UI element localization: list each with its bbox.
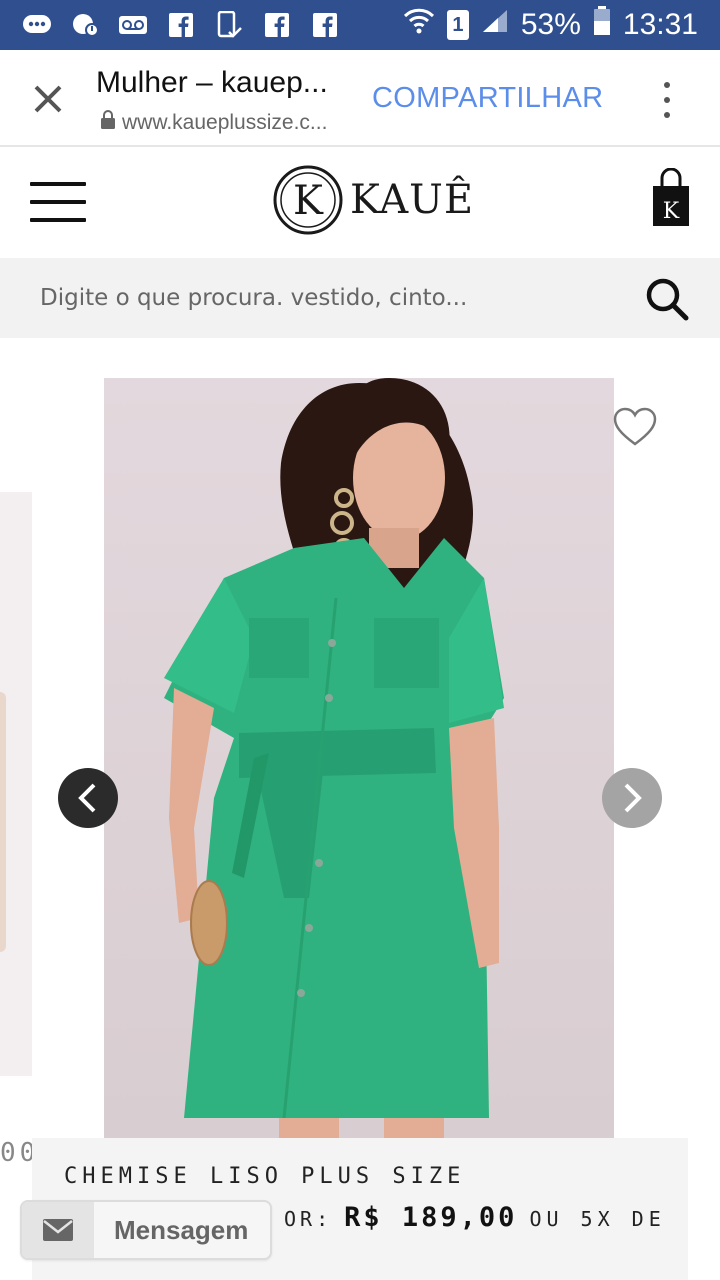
- product-carousel: 00 CHEMISE LISO PLUS SIZE OR: R$ 189,00 …: [0, 338, 720, 1280]
- facebook-icon: [166, 12, 196, 38]
- chat-bubbles-icon: [22, 12, 52, 38]
- previous-product-card[interactable]: [0, 492, 32, 1076]
- close-button[interactable]: [26, 77, 70, 121]
- logo-text: KAUÊ: [350, 177, 475, 223]
- price-label: OR:: [284, 1207, 333, 1231]
- page: 1 53% 13:31 Mulher – kauep... www.kauepl…: [0, 0, 720, 1280]
- notification-icons: [0, 11, 340, 38]
- signal-icon: [481, 8, 509, 42]
- shopping-bag-icon: K: [653, 167, 689, 226]
- page-url: www.kaueplussize.c...: [100, 110, 327, 136]
- menu-dot: [664, 112, 670, 118]
- model-in-green-dress-illustration: [164, 378, 504, 1138]
- status-bar: 1 53% 13:31: [0, 0, 720, 50]
- battery-percent: 53%: [520, 8, 581, 41]
- chat-notification-icon: [70, 12, 100, 38]
- shopping-bag-button[interactable]: K: [650, 167, 692, 228]
- lock-icon: [100, 110, 116, 136]
- envelope-icon: [22, 1202, 94, 1258]
- price-value: R$ 189,00: [344, 1202, 518, 1233]
- logo-monogram-icon: K: [273, 165, 343, 235]
- hamburger-menu-button[interactable]: [30, 182, 86, 222]
- search-button[interactable]: [642, 274, 692, 324]
- favorite-button[interactable]: [612, 406, 658, 448]
- phone-check-icon: [214, 11, 244, 38]
- menu-dot: [664, 82, 670, 88]
- svg-text:K: K: [293, 178, 324, 224]
- clock: 13:31: [622, 8, 698, 41]
- hamburger-line: [30, 218, 86, 222]
- close-icon: [34, 85, 62, 113]
- search-input[interactable]: [40, 276, 620, 320]
- carousel-prev-button[interactable]: [58, 768, 118, 828]
- product-image[interactable]: [104, 378, 614, 1138]
- menu-dot: [664, 97, 670, 103]
- wifi-icon: [403, 7, 435, 43]
- product-price-row: OR: R$ 189,00 OU 5X DE: [284, 1202, 666, 1233]
- share-button[interactable]: COMPARTILHAR: [372, 82, 603, 115]
- battery-icon: [593, 6, 611, 44]
- price-installments: OU 5X DE: [529, 1207, 666, 1231]
- status-indicators: 1 53% 13:31: [403, 0, 698, 50]
- facebook-icon: [262, 12, 292, 38]
- svg-text:K: K: [663, 199, 680, 224]
- message-button[interactable]: Mensagem: [20, 1200, 272, 1260]
- search-bar: [0, 258, 720, 338]
- product-name[interactable]: CHEMISE LISO PLUS SIZE: [64, 1164, 465, 1189]
- chevron-left-icon: [78, 783, 96, 813]
- carousel-next-button[interactable]: [602, 768, 662, 828]
- message-label: Mensagem: [114, 1214, 249, 1245]
- sim-icon: 1: [446, 10, 469, 40]
- page-title: Mulher – kauep...: [96, 66, 328, 99]
- hamburger-line: [30, 200, 86, 204]
- search-icon: [646, 278, 689, 321]
- url-text: www.kaueplussize.c...: [122, 111, 328, 134]
- brand-logo[interactable]: K KAUÊ: [272, 164, 474, 236]
- site-header: K KAUÊ K: [0, 148, 720, 258]
- chevron-right-icon: [624, 783, 642, 813]
- facebook-icon: [310, 12, 340, 38]
- hamburger-line: [30, 182, 86, 186]
- voicemail-icon: [118, 12, 148, 38]
- browser-toolbar: Mulher – kauep... www.kaueplussize.c... …: [0, 50, 720, 147]
- heart-icon: [613, 407, 657, 446]
- overflow-menu-button[interactable]: [652, 78, 682, 122]
